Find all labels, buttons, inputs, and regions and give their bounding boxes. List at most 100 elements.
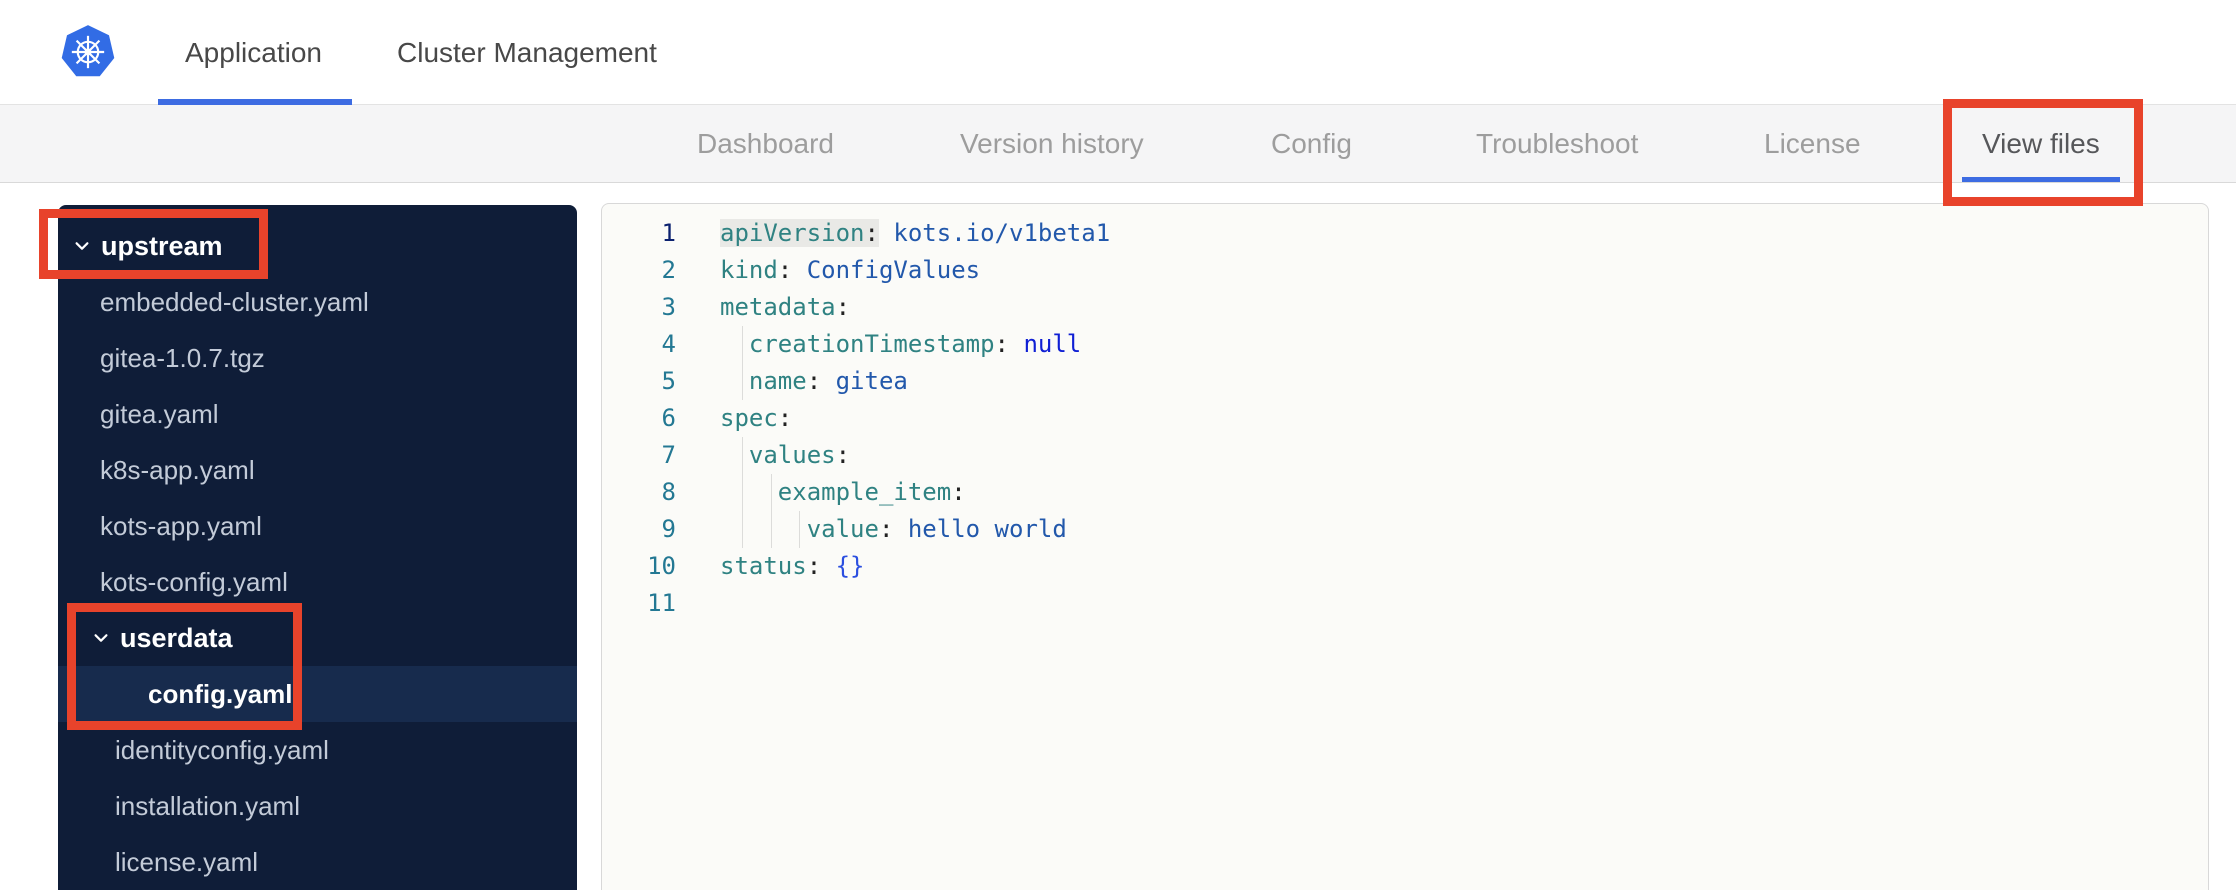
token-key: values (748, 441, 836, 469)
token-punct: : (951, 478, 966, 506)
file-name: identityconfig.yaml (115, 734, 329, 765)
code-line-2: 2 kind: ConfigValues (602, 252, 2208, 289)
token-punct: : (806, 367, 822, 395)
tree-file-installation-yaml[interactable]: installation.yaml (58, 778, 577, 834)
indent-guide (770, 511, 772, 548)
file-name: config.yaml (148, 678, 293, 709)
indent-guide (741, 511, 743, 548)
file-name: embedded-cluster.yaml (100, 286, 369, 317)
token-kw: null (1023, 330, 1082, 358)
token-key: metadata (720, 293, 836, 321)
tab-application[interactable]: Application (158, 0, 352, 105)
line-number: 7 (661, 441, 676, 469)
line-number: 5 (661, 367, 676, 395)
tab-label: Troubleshoot (1476, 127, 1639, 159)
token-punct: : (806, 552, 822, 580)
tree-file-k8s-app-yaml[interactable]: k8s-app.yaml (58, 442, 577, 498)
tree-file-kots-app-yaml[interactable]: kots-app.yaml (58, 498, 577, 554)
tree-folder-userdata[interactable]: userdata (58, 610, 577, 666)
tab-config[interactable]: Config (1271, 105, 1352, 182)
line-number: 11 (647, 589, 676, 617)
tab-dashboard[interactable]: Dashboard (697, 105, 834, 182)
token-value: ConfigValues (806, 256, 981, 284)
token-key: example_item (777, 478, 952, 506)
code-line-7: 7 values: (602, 437, 2208, 474)
token-key: apiVersion (720, 219, 865, 247)
folder-name: userdata (120, 622, 233, 653)
file-name: gitea.yaml (100, 398, 219, 429)
code-line-1: 1 apiVersion: kots.io/v1beta1 (602, 215, 2208, 252)
code-line-3: 3 metadata: (602, 289, 2208, 326)
tab-view-files[interactable]: View files (1962, 105, 2120, 182)
line-number: 4 (661, 330, 676, 358)
code-line-6: 6 spec: (602, 400, 2208, 437)
line-number: 10 (647, 552, 676, 580)
chevron-down-icon (94, 634, 108, 642)
code-editor[interactable]: 1 apiVersion: kots.io/v1beta1 2 kind: Confi… (601, 203, 2209, 890)
indent-guide (741, 437, 743, 474)
folder-name: upstream (101, 230, 223, 261)
code-text: apiVersion: kots.io/v1beta1 (676, 215, 2208, 252)
token-key: creationTimestamp (748, 330, 995, 358)
indent-guide (770, 474, 772, 511)
code-text: values: (676, 437, 2208, 474)
tree-file-license-yaml[interactable]: license.yaml (58, 834, 577, 890)
token-key: spec (720, 404, 778, 432)
code-text: value: hello world (676, 511, 2208, 548)
tab-application-label: Application (185, 36, 322, 68)
line-number: 8 (661, 478, 676, 506)
token-key: kind (720, 256, 778, 284)
file-name: gitea-1.0.7.tgz (100, 342, 265, 373)
code-text: creationTimestamp: null (676, 326, 2208, 363)
tree-file-embedded-cluster-yaml[interactable]: embedded-cluster.yaml (58, 274, 577, 330)
file-name: installation.yaml (115, 790, 300, 821)
tab-label: View files (1982, 127, 2100, 159)
tab-label: Dashboard (697, 127, 834, 159)
tab-label: Version history (960, 127, 1144, 159)
active-header-tab-underline (158, 99, 352, 105)
tree-file-gitea-yaml[interactable]: gitea.yaml (58, 386, 577, 442)
tab-cluster-management[interactable]: Cluster Management (397, 0, 657, 105)
tree-file-gitea-1-0-7-tgz[interactable]: gitea-1.0.7.tgz (58, 330, 577, 386)
tree-file-identityconfig-yaml[interactable]: identityconfig.yaml (58, 722, 577, 778)
tab-label: Config (1271, 127, 1352, 159)
tree-folder-upstream[interactable]: upstream (58, 218, 577, 274)
code-text: status: {} (676, 548, 2208, 585)
code-line-11: 11 (602, 585, 2208, 622)
indent-guide (799, 511, 801, 548)
code-line-9: 9 value: hello world (602, 511, 2208, 548)
token-punct: : (994, 330, 1009, 358)
tab-cluster-management-label: Cluster Management (397, 36, 657, 68)
token-value: hello world (907, 515, 1067, 543)
token-punct: : (878, 515, 894, 543)
tab-version-history[interactable]: Version history (960, 105, 1144, 182)
tree-file-kots-config-yaml[interactable]: kots-config.yaml (58, 554, 577, 610)
tab-label: License (1764, 127, 1861, 159)
tree-file-config-yaml[interactable]: config.yaml (58, 666, 577, 722)
kots-admin-console-page: Application Cluster Management Dashboard… (0, 0, 2236, 890)
code-line-5: 5 name: gitea (602, 363, 2208, 400)
code-text: spec: (676, 400, 2208, 437)
secondary-nav: Dashboard Version history Config Troublesho… (0, 105, 2236, 183)
token-punct: : (835, 441, 851, 469)
tab-troubleshoot[interactable]: Troubleshoot (1476, 105, 1638, 182)
line-number: 6 (661, 404, 676, 432)
indent-guide (741, 363, 743, 400)
code-line-10: 10 status: {} (602, 548, 2208, 585)
code-line-4: 4 creationTimestamp: null (602, 326, 2208, 363)
tab-license[interactable]: License (1764, 105, 1861, 182)
active-subtab-underline (1962, 177, 2120, 182)
token-punct: : (835, 293, 851, 321)
line-number: 9 (661, 515, 676, 543)
code-text: metadata: (676, 289, 2208, 326)
file-tree-sidebar: upstream embedded-cluster.yaml gitea-1.0.7… (58, 205, 577, 890)
token-key: status (720, 552, 807, 580)
